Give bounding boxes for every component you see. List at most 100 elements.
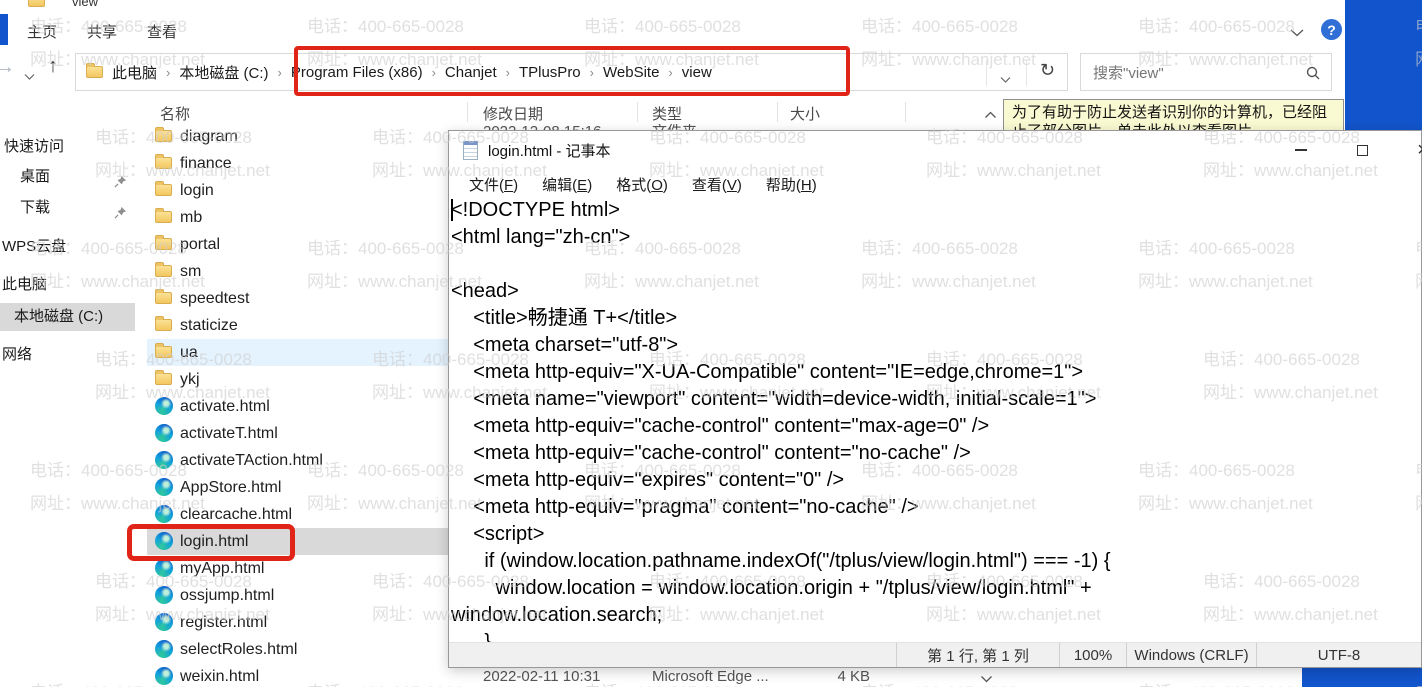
file-name: activateT.html [180,425,278,442]
code-line: <meta http-equiv="X-UA-Compatible" conte… [451,361,1084,383]
sidebar-item-label: 下载 [20,199,51,216]
address-bar[interactable]: 此电脑 › 本地磁盘 (C:) › Program Files (x86) › Chanje… [75,53,1068,91]
status-position: 第 1 行, 第 1 列 [896,643,1059,667]
maximize-button[interactable] [1339,131,1385,169]
background-window[interactable] [1345,0,1422,130]
breadcrumb-separator-icon: › [166,64,171,80]
code-line: if (window.location.pathname.indexOf("/t… [451,550,1111,572]
folder-icon [155,370,172,385]
sidebar-item-label: 此电脑 [2,276,48,293]
file-name: clearcache.html [180,506,293,523]
edge-icon [155,424,173,442]
background-window-bottom[interactable] [1302,668,1422,687]
search-input[interactable]: 搜索"view" [1080,53,1332,91]
edge-icon [155,451,173,469]
code-line: window.location = window.location.origin… [451,577,1092,599]
minimize-button[interactable] [1278,131,1324,169]
sidebar-item-wps-cloud[interactable]: WPS云盘 [0,233,135,261]
breadcrumb-item[interactable]: view [677,64,717,81]
divider [1026,60,1027,86]
column-header-size[interactable]: 大小 [790,103,820,124]
search-icon[interactable] [1305,65,1321,85]
status-zoom: 100% [1059,643,1126,667]
text-caret [451,199,453,221]
code-line: <meta http-equiv="cache-control" content… [451,442,971,464]
folder-icon [155,262,172,277]
file-name: ykj [180,371,200,388]
search-text: 搜索"view" [1093,64,1164,82]
address-dropdown-chevron-icon[interactable] [1000,70,1011,88]
edge-icon [155,613,173,631]
column-header-name[interactable]: 名称 [160,103,190,124]
code-line: <title>畅捷通 T+</title> [451,307,678,329]
breadcrumb-item[interactable]: Program Files (x86) [286,64,428,81]
notepad-icon [463,140,478,160]
notepad-titlebar[interactable]: login.html - 记事本 [449,131,1421,169]
notepad-text-area[interactable]: <!DOCTYPE html> <html lang="zh-cn"> <head… [451,197,1421,642]
up-icon[interactable]: ↑ [48,55,58,78]
file-name: portal [180,236,221,253]
status-encoding: UTF-8 [1256,643,1421,667]
file-name: mb [180,209,203,226]
breadcrumb-item[interactable]: 此电脑 [107,62,162,83]
breadcrumb-separator-icon: › [431,64,436,80]
breadcrumb-item[interactable]: Chanjet [440,64,502,81]
recent-locations-chevron-icon[interactable] [24,67,35,85]
menu-help[interactable]: 帮助(H) [754,171,829,198]
window-folder-icon [28,0,45,7]
edge-icon [155,397,173,415]
tab-home[interactable]: 主页 [27,21,57,42]
sidebar-item-desktop[interactable]: 桌面 [0,163,135,191]
breadcrumb-separator-icon: › [277,64,282,80]
maximize-icon [1356,144,1368,156]
folder-icon [155,127,172,142]
address-folder-icon [86,63,103,78]
file-name: selectRoles.html [180,641,298,658]
breadcrumb-separator-icon: › [589,64,594,80]
sidebar-item-network[interactable]: 网络 [0,341,135,369]
menu-view[interactable]: 查看(V) [680,171,754,198]
file-name: finance [180,155,232,172]
watermark-text: 电话：400-665-0028 [584,17,741,36]
file-name: activateTAction.html [180,452,323,469]
menu-file[interactable]: 文件(F) [457,171,530,198]
status-spacer [449,643,896,667]
desktop-screen: view 主页 共享 查看 ? → ↑ 此电脑 › 本地磁盘 (C:) › Program … [0,0,1422,687]
code-line: <meta http-equiv="pragma" content="no-ca… [451,496,919,518]
divider [986,60,987,86]
folder-icon [155,343,172,358]
breadcrumb-separator-icon: › [668,64,673,80]
column-header-date[interactable]: 修改日期 [483,103,543,124]
refresh-icon[interactable]: ↻ [1040,60,1055,81]
code-line: <meta charset="utf-8"> [451,334,679,356]
folder-icon [155,289,172,304]
close-button[interactable]: × [1400,131,1422,169]
sidebar-item-downloads[interactable]: 下载 [0,194,135,222]
watermark-text: 电话：400-665-0028 [861,17,1018,36]
menu-format[interactable]: 格式(O) [604,171,680,198]
forward-icon[interactable]: → [0,56,15,79]
sidebar-item-quick-access[interactable]: 快速访问 [0,133,135,161]
divider [637,102,638,122]
file-name: staticize [180,317,238,334]
window-title: view [72,0,99,9]
ribbon-collapse-icon[interactable] [1290,24,1304,42]
scrollbar-up-icon[interactable] [984,106,997,124]
sidebar-item-this-pc[interactable]: 此电脑 [0,271,135,299]
sidebar-item-label: 快速访问 [4,138,65,155]
navigation-pane: 快速访问桌面下载 WPS云盘此电脑本地磁盘 (C:) 网络 [0,120,135,687]
column-header-type[interactable]: 类型 [652,103,682,124]
breadcrumb-item[interactable]: WebSite [598,64,664,81]
divider [777,102,778,122]
tab-share[interactable]: 共享 [87,21,117,42]
menu-edit[interactable]: 编辑(E) [530,171,604,198]
sidebar-item-local-disk-c[interactable]: 本地磁盘 (C:) [0,303,135,331]
file-menu-button[interactable] [0,14,8,45]
breadcrumb-item[interactable]: 本地磁盘 (C:) [174,62,273,83]
tab-view[interactable]: 查看 [147,21,177,42]
help-icon[interactable]: ? [1321,19,1342,40]
file-name: login.html [180,533,249,550]
sidebar-item-label: 本地磁盘 (C:) [14,308,104,325]
breadcrumb-item[interactable]: TPlusPro [514,64,586,81]
